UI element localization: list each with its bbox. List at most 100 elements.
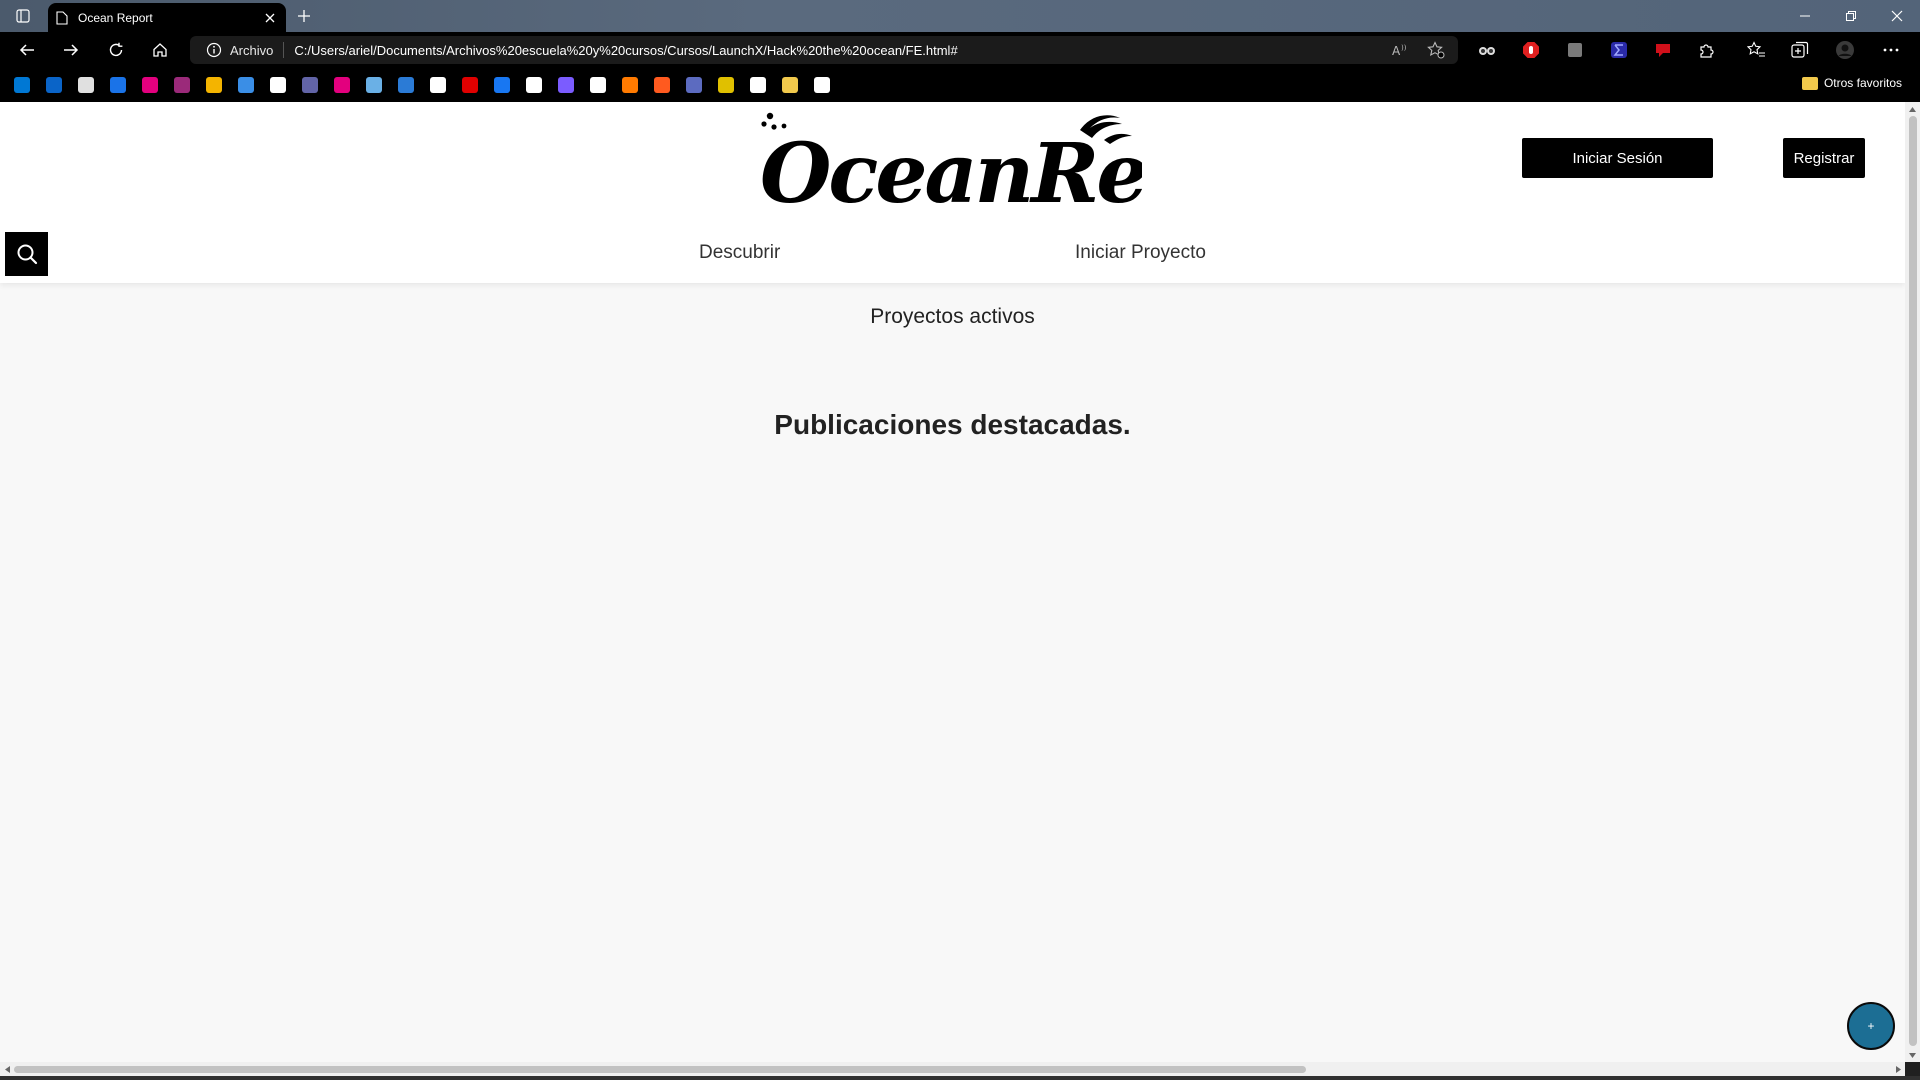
url-text[interactable]: C:/Users/ariel/Documents/Archivos%20escu…: [294, 43, 957, 58]
info-icon[interactable]: [206, 42, 222, 58]
site-header: OceanReport Iniciar Sesión Registrar Des…: [0, 102, 1905, 283]
scroll-left-arrow[interactable]: [0, 1062, 14, 1076]
other-favorites-folder[interactable]: Otros favoritos: [1801, 76, 1902, 90]
bookmark-favicon-icon[interactable]: [718, 77, 734, 93]
extension-sigma[interactable]: [1608, 40, 1630, 60]
nav-start-project-link[interactable]: Iniciar Proyecto: [1075, 242, 1206, 264]
logo-image: OceanReport: [760, 112, 1333, 222]
minimize-button[interactable]: [1782, 0, 1828, 32]
sigma-icon: [1611, 42, 1627, 58]
extension-gray[interactable]: [1564, 40, 1586, 60]
collections-icon: [1791, 41, 1809, 58]
bookmark-favicon-icon[interactable]: [782, 77, 798, 93]
bookmark-favicon-icon[interactable]: [110, 77, 126, 93]
bookmark-favicon-icon[interactable]: [174, 77, 190, 93]
bookmark-favicon-icon[interactable]: [526, 77, 542, 93]
caret-up-icon: [1908, 106, 1916, 112]
home-button[interactable]: [145, 36, 175, 64]
more-icon: [1883, 48, 1899, 52]
other-favorites-label: Otros favoritos: [1823, 76, 1902, 90]
minimize-icon: [1800, 15, 1810, 17]
bookmark-favicon-icon[interactable]: [302, 77, 318, 93]
horizontal-scroll-thumb[interactable]: [14, 1066, 1306, 1073]
close-window-button[interactable]: [1874, 0, 1920, 32]
refresh-button[interactable]: [101, 36, 131, 64]
bookmark-favicon-icon[interactable]: [462, 77, 478, 93]
stop-hand-icon: [1523, 42, 1539, 58]
collections-button[interactable]: [1789, 40, 1811, 60]
profile-button[interactable]: [1834, 40, 1856, 60]
bookmark-favicon-icon[interactable]: [366, 77, 382, 93]
bookmark-favicon-icon[interactable]: [398, 77, 414, 93]
title-bar-background: [0, 0, 1920, 32]
extensions-button[interactable]: [1696, 40, 1718, 60]
bookmark-favicon-icon[interactable]: [238, 77, 254, 93]
bookmark-favicon-icon[interactable]: [206, 77, 222, 93]
bookmark-favicon-icon[interactable]: [590, 77, 606, 93]
page-icon: [56, 10, 68, 25]
address-divider: [283, 42, 285, 58]
read-aloud-button[interactable]: A)): [1390, 41, 1412, 59]
restore-button[interactable]: [1828, 0, 1874, 32]
bookmark-favicon-icon[interactable]: [494, 77, 510, 93]
active-projects-heading: Proyectos activos: [870, 305, 1035, 328]
extension-glasses[interactable]: [1476, 40, 1498, 60]
title-bar: Ocean Report: [0, 0, 1920, 32]
svg-text:)): )): [1401, 44, 1407, 52]
bookmark-favicon-icon[interactable]: [654, 77, 670, 93]
scroll-up-arrow[interactable]: [1905, 102, 1919, 116]
bookmark-favicon-icon[interactable]: [750, 77, 766, 93]
add-favorite-button[interactable]: [1425, 41, 1447, 59]
floating-add-button[interactable]: +: [1847, 1002, 1895, 1050]
horizontal-scrollbar[interactable]: [0, 1062, 1905, 1076]
extension-red[interactable]: [1652, 40, 1674, 60]
browser-tab[interactable]: Ocean Report: [48, 3, 286, 32]
red-badge-icon: [1656, 44, 1670, 57]
arrow-right-icon: [64, 44, 79, 56]
ocean-report-logo[interactable]: OceanReport: [758, 110, 1333, 230]
bookmark-favicon-icon[interactable]: [814, 77, 830, 93]
nav-discover-link[interactable]: Descubrir: [699, 242, 780, 264]
favorites-button[interactable]: [1745, 40, 1767, 60]
login-button[interactable]: Iniciar Sesión: [1522, 138, 1713, 178]
tab-actions-button[interactable]: [10, 4, 36, 28]
vertical-scroll-thumb[interactable]: [1909, 116, 1917, 1046]
svg-text:A: A: [1392, 44, 1401, 57]
settings-menu-button[interactable]: [1880, 40, 1902, 60]
scroll-down-arrow[interactable]: [1905, 1048, 1919, 1062]
back-button[interactable]: [12, 36, 42, 64]
featured-posts-heading: Publicaciones destacadas.: [774, 409, 1131, 440]
bookmark-favicon-icon[interactable]: [142, 77, 158, 93]
logo-text: OceanReport: [760, 126, 1142, 222]
read-aloud-icon: A)): [1392, 44, 1407, 57]
restore-icon: [1846, 11, 1856, 21]
puzzle-icon: [1700, 44, 1714, 58]
bookmark-favicon-icon[interactable]: [46, 77, 62, 93]
bookmark-favicon-icon[interactable]: [78, 77, 94, 93]
forward-button[interactable]: [56, 36, 86, 64]
register-button[interactable]: Registrar: [1783, 138, 1865, 178]
new-tab-button[interactable]: [293, 6, 315, 26]
bookmark-favicon-icon[interactable]: [270, 77, 286, 93]
bookmark-favicon-icon[interactable]: [558, 77, 574, 93]
plus-icon: [298, 10, 310, 22]
scroll-right-arrow[interactable]: [1891, 1062, 1905, 1076]
tab-close-button[interactable]: [262, 10, 278, 26]
bookmark-favicon-icon[interactable]: [334, 77, 350, 93]
bookmark-favicon-icon[interactable]: [622, 77, 638, 93]
refresh-icon: [109, 42, 123, 57]
bookmark-favicon-icon[interactable]: [686, 77, 702, 93]
search-button[interactable]: [5, 232, 48, 276]
star-plus-icon: [1427, 41, 1445, 59]
extension-adblock[interactable]: [1520, 40, 1542, 60]
vertical-scrollbar[interactable]: [1905, 102, 1920, 1062]
tab-title: Ocean Report: [78, 10, 153, 25]
bookmark-favicon-icon[interactable]: [14, 77, 30, 93]
bookmark-favicon-icon[interactable]: [430, 77, 446, 93]
protocol-label: Archivo: [230, 42, 274, 58]
home-icon: [153, 43, 167, 57]
arrow-left-icon: [19, 44, 34, 56]
address-bar[interactable]: Archivo C:/Users/ariel/Documents/Archivo…: [190, 36, 1458, 64]
glasses-icon: [1479, 47, 1495, 55]
page-viewport: OceanReport Iniciar Sesión Registrar Des…: [0, 102, 1905, 1062]
